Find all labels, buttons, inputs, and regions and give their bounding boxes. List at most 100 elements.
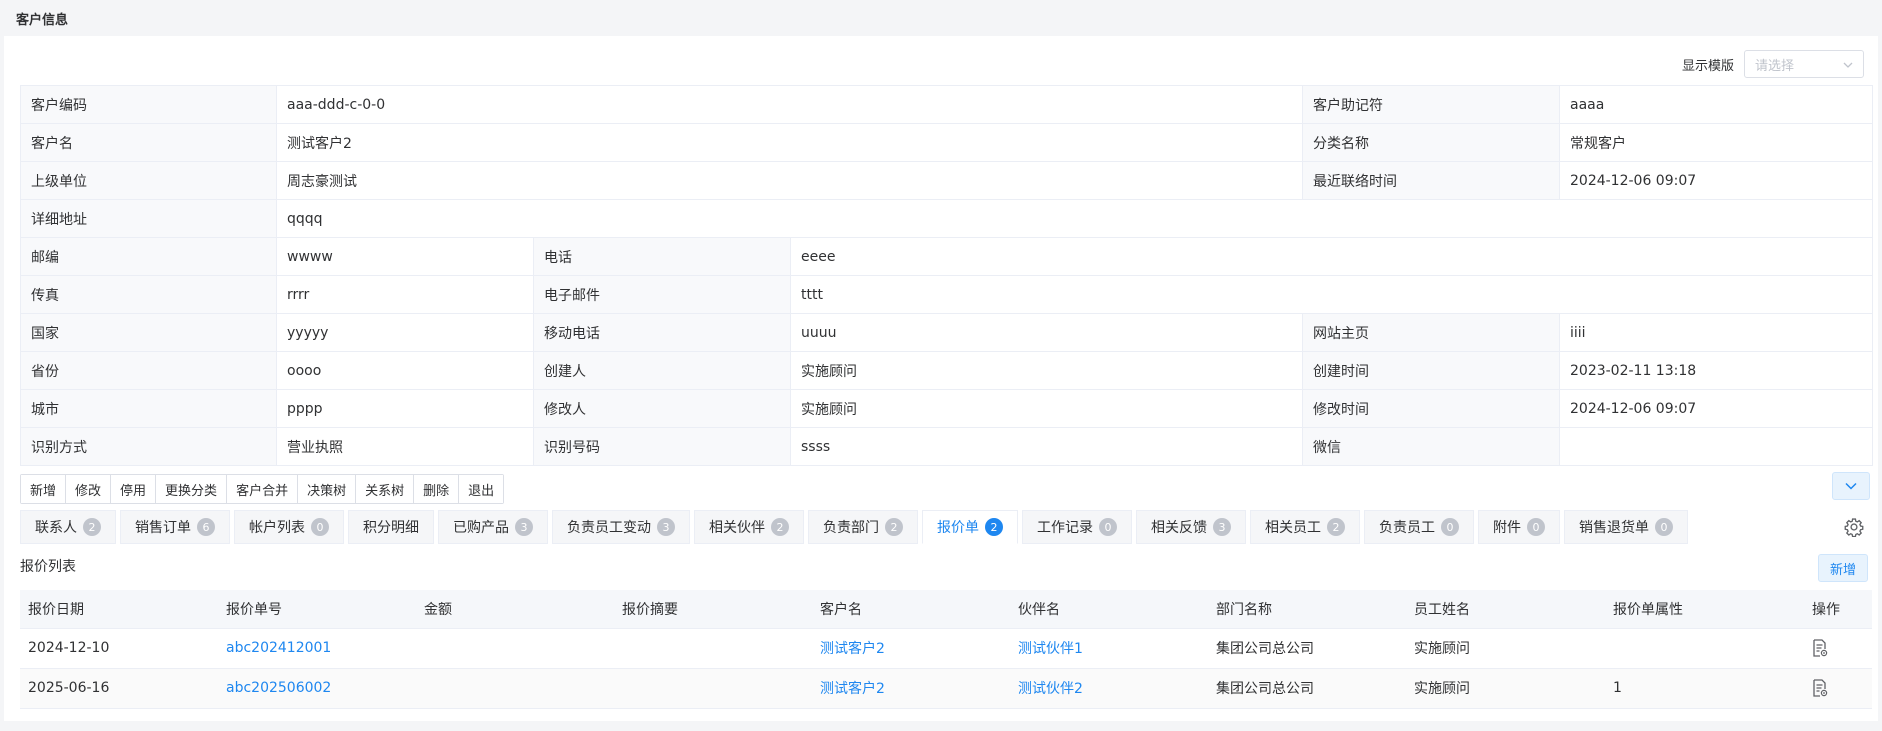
tab-label: 相关反馈 xyxy=(1151,520,1207,536)
tab-count-badge: 0 xyxy=(1441,518,1459,536)
tab-label: 联系人 xyxy=(35,520,77,536)
info-row: 识别方式 营业执照 识别号码 ssss 微信 xyxy=(20,427,1873,466)
info-row: 详细地址 qqqq xyxy=(20,199,1873,238)
detail-tabs: 联系人 2 销售订单 6 帐户列表 0 积分明细 已购产品 3 负责员工变动 3 相关伙伴 2 负责部门 2… xyxy=(20,510,1820,544)
mnemonic-value: aaaa xyxy=(1559,85,1873,124)
collapse-button[interactable] xyxy=(1832,472,1870,500)
exit-button[interactable]: 退出 xyxy=(459,475,504,503)
customer-link[interactable]: 测试客户2 xyxy=(812,628,1010,669)
tab-label: 负责部门 xyxy=(823,520,879,536)
tab-item[interactable]: 负责员工变动 3 xyxy=(552,510,690,544)
tab-item[interactable]: 相关伙伴 2 xyxy=(694,510,804,544)
gear-icon[interactable] xyxy=(1844,517,1864,537)
tab-label: 报价单 xyxy=(937,520,979,536)
id-number-value: ssss xyxy=(790,427,1303,466)
customer-link[interactable]: 测试客户2 xyxy=(812,668,1010,709)
mobile-value: uuuu xyxy=(790,313,1303,352)
edit-button[interactable]: 修改 xyxy=(66,475,112,503)
template-select[interactable]: 请选择 xyxy=(1744,50,1864,78)
tab-label: 附件 xyxy=(1493,520,1521,536)
tab-label: 相关员工 xyxy=(1265,520,1321,536)
tab-item[interactable]: 工作记录 0 xyxy=(1022,510,1132,544)
column-header: 报价日期 xyxy=(20,590,218,629)
quote-amount xyxy=(416,628,614,669)
delete-button[interactable]: 删除 xyxy=(414,475,460,503)
staff-name: 实施顾问 xyxy=(1406,628,1605,669)
tab-count-badge: 0 xyxy=(1527,518,1545,536)
tab-item[interactable]: 销售订单 6 xyxy=(120,510,230,544)
tab-item[interactable]: 报价单 2 xyxy=(922,510,1018,544)
info-row: 省份 oooo 创建人 实施顾问 创建时间 2023-02-11 13:18 xyxy=(20,351,1873,390)
field-label: 详细地址 xyxy=(20,199,277,238)
tab-item[interactable]: 附件 0 xyxy=(1478,510,1560,544)
quote-attribute xyxy=(1605,628,1804,669)
tab-item[interactable]: 已购产品 3 xyxy=(438,510,548,544)
tab-label: 销售退货单 xyxy=(1579,520,1649,536)
quote-list-title: 报价列表 xyxy=(20,559,76,575)
change-category-button[interactable]: 更换分类 xyxy=(156,475,228,503)
field-label: 修改时间 xyxy=(1302,389,1560,428)
field-label: 电子邮件 xyxy=(533,275,791,314)
document-view-icon[interactable] xyxy=(1812,639,1828,657)
merge-customer-button[interactable]: 客户合并 xyxy=(227,475,299,503)
tab-count-badge: 6 xyxy=(197,518,215,536)
action-toolbar: 新增 修改 停用 更换分类 客户合并 决策树 关系树 删除 退出 xyxy=(20,474,505,504)
row-actions xyxy=(1804,668,1872,709)
id-method-value: 营业执照 xyxy=(276,427,534,466)
info-row: 城市 pppp 修改人 实施顾问 修改时间 2024-12-06 09:07 xyxy=(20,389,1873,428)
field-label: 识别号码 xyxy=(533,427,791,466)
tab-item[interactable]: 相关员工 2 xyxy=(1250,510,1360,544)
tab-label: 已购产品 xyxy=(453,520,509,536)
tab-count-badge: 0 xyxy=(311,518,329,536)
address-value: qqqq xyxy=(276,199,1873,238)
creator-value: 实施顾问 xyxy=(790,351,1303,390)
department-name: 集团公司总公司 xyxy=(1208,668,1406,709)
category-value: 常规客户 xyxy=(1559,123,1873,162)
tab-count-badge: 3 xyxy=(515,518,533,536)
tab-item[interactable]: 负责部门 2 xyxy=(808,510,918,544)
decision-tree-button[interactable]: 决策树 xyxy=(298,475,357,503)
tab-item[interactable]: 销售退货单 0 xyxy=(1564,510,1688,544)
tab-count-badge: 3 xyxy=(657,518,675,536)
field-label: 电话 xyxy=(533,237,791,276)
tab-item[interactable]: 联系人 2 xyxy=(20,510,116,544)
tab-item[interactable]: 相关反馈 3 xyxy=(1136,510,1246,544)
customer-info-table: 客户编码 aaa-ddd-c-0-0 客户助记符 aaaa 客户名 测试客户2 … xyxy=(20,85,1873,466)
document-view-icon[interactable] xyxy=(1812,679,1828,697)
partner-link[interactable]: 测试伙伴2 xyxy=(1010,668,1208,709)
created-at-value: 2023-02-11 13:18 xyxy=(1559,351,1873,390)
parent-unit-value: 周志豪测试 xyxy=(276,161,1303,200)
field-label: 客户助记符 xyxy=(1302,85,1560,124)
add-quote-button[interactable]: 新增 xyxy=(1818,554,1868,582)
tab-item[interactable]: 帐户列表 0 xyxy=(234,510,344,544)
column-header: 客户名 xyxy=(812,590,1010,629)
quote-attribute: 1 xyxy=(1605,668,1804,709)
tab-item[interactable]: 负责员工 0 xyxy=(1364,510,1474,544)
quote-amount xyxy=(416,668,614,709)
add-button[interactable]: 新增 xyxy=(21,475,67,503)
column-header: 金额 xyxy=(416,590,614,629)
relation-tree-button[interactable]: 关系树 xyxy=(356,475,415,503)
tab-label: 帐户列表 xyxy=(249,520,305,536)
chevron-down-icon xyxy=(1845,482,1857,490)
email-value: tttt xyxy=(790,275,1873,314)
quote-table: 报价日期 报价单号 金额 报价摘要 客户名 伙伴名 部门名称 员工姓名 报价单属… xyxy=(20,590,1872,709)
field-label: 修改人 xyxy=(533,389,791,428)
tab-label: 工作记录 xyxy=(1037,520,1093,536)
country-value: yyyyy xyxy=(276,313,534,352)
quote-number-link[interactable]: abc202412001 xyxy=(218,628,416,669)
phone-value: eeee xyxy=(790,237,1873,276)
tab-label: 负责员工 xyxy=(1379,520,1435,536)
field-label: 邮编 xyxy=(20,237,277,276)
wechat-value xyxy=(1559,427,1873,466)
tab-item[interactable]: 积分明细 xyxy=(348,510,434,544)
website-value: iiii xyxy=(1559,313,1873,352)
column-header: 伙伴名 xyxy=(1010,590,1208,629)
disable-button[interactable]: 停用 xyxy=(111,475,157,503)
customer-code-value: aaa-ddd-c-0-0 xyxy=(276,85,1303,124)
fax-value: rrrr xyxy=(276,275,534,314)
quote-number-link[interactable]: abc202506002 xyxy=(218,668,416,709)
partner-link[interactable]: 测试伙伴1 xyxy=(1010,628,1208,669)
tab-count-badge: 0 xyxy=(1099,518,1117,536)
info-row: 邮编 wwww 电话 eeee xyxy=(20,237,1873,276)
